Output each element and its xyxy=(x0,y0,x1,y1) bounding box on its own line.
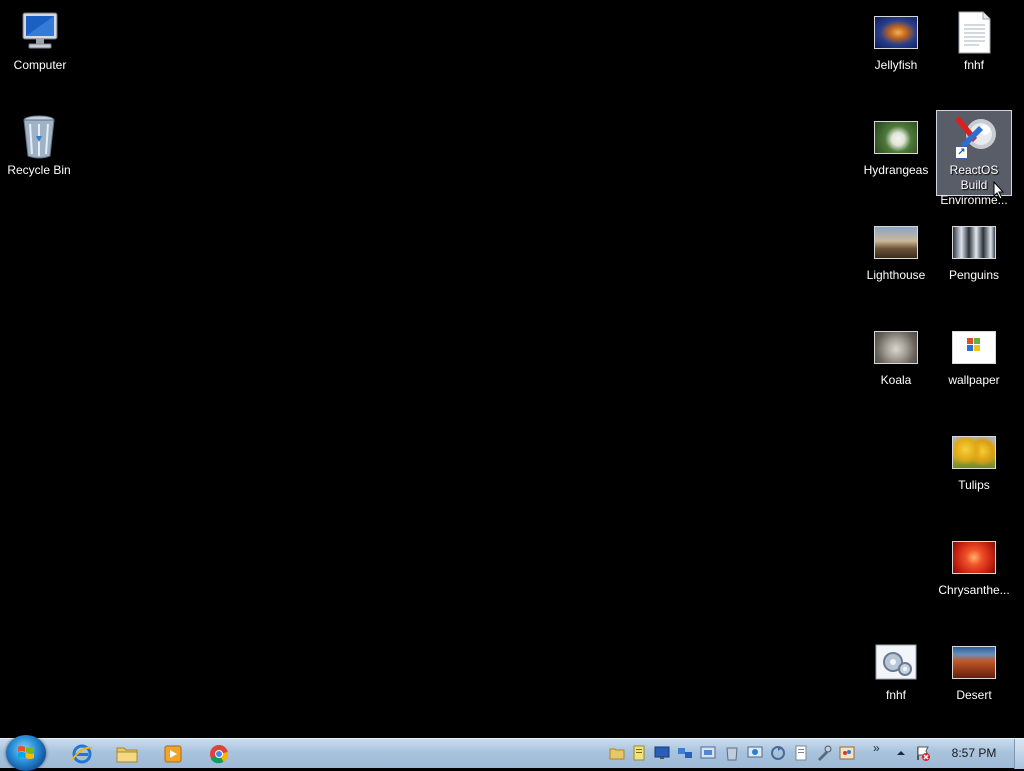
desktop-icon-wallpaper[interactable]: wallpaper xyxy=(936,323,1012,407)
desktop-icon-desert[interactable]: Desert xyxy=(936,638,1012,722)
show-hidden-icons-button[interactable] xyxy=(893,745,909,761)
computer-icon xyxy=(17,9,63,55)
image-thumbnail-hydrangeas xyxy=(873,114,919,160)
taskbar-clock[interactable]: 8:57 PM xyxy=(944,746,1004,760)
desktop-icon-chrysanthemum[interactable]: Chrysanthe... xyxy=(936,533,1012,617)
tray-tool-icon[interactable] xyxy=(816,745,832,761)
image-thumbnail-penguins xyxy=(951,219,997,265)
desktop-icon-label: Hydrangeas xyxy=(863,163,929,177)
tray-remote-icon[interactable] xyxy=(747,745,763,761)
desktop-icon-label: fnhf xyxy=(885,688,906,702)
image-thumbnail-koala xyxy=(873,324,919,370)
taskbar-internet-explorer[interactable] xyxy=(69,742,95,766)
text-document-icon xyxy=(951,9,997,55)
image-thumbnail-wallpaper xyxy=(951,324,997,370)
tray-sync-icon[interactable] xyxy=(770,745,786,761)
tray-overflow-button[interactable]: » xyxy=(873,741,889,757)
image-thumbnail-desert xyxy=(951,639,997,685)
image-thumbnail-tulips xyxy=(951,429,997,475)
image-thumbnail-chrysanthemum xyxy=(951,534,997,580)
settings-file-icon xyxy=(873,639,919,685)
desktop-icon-label: Chrysanthe... xyxy=(938,583,1010,597)
desktop-icon-label: Computer xyxy=(13,58,67,72)
desktop-icon-label: Lighthouse xyxy=(866,268,926,282)
reactos-build-environment-shortcut-icon: ↗ xyxy=(951,114,997,160)
taskbar-windows-explorer[interactable] xyxy=(114,742,140,766)
desktop[interactable]: Computer Recycle Bin Jellyfish fnhf Hydr… xyxy=(0,0,1024,738)
image-thumbnail-jellyfish xyxy=(873,9,919,55)
folder-explorer-icon xyxy=(116,747,138,763)
desktop-icon-label: Jellyfish xyxy=(874,58,918,72)
media-player-icon xyxy=(164,745,182,763)
desktop-icon-koala[interactable]: Koala xyxy=(858,323,934,407)
desktop-icon-fnhf-settings[interactable]: fnhf xyxy=(858,638,934,722)
desktop-icon-hydrangeas[interactable]: Hydrangeas xyxy=(858,113,934,197)
show-desktop-button[interactable] xyxy=(1014,739,1024,769)
image-thumbnail-lighthouse xyxy=(873,219,919,265)
start-button[interactable] xyxy=(6,735,46,771)
tray-folder-icon[interactable] xyxy=(609,745,625,761)
desktop-icon-computer[interactable]: Computer xyxy=(2,8,78,92)
taskbar: » 8:57 PM xyxy=(0,735,1024,771)
desktop-icon-label: wallpaper xyxy=(948,373,1000,387)
taskbar-chrome[interactable] xyxy=(206,742,232,766)
tray-network-icon[interactable] xyxy=(677,745,693,761)
tray-paint-icon[interactable] xyxy=(839,745,855,761)
tray-monitor-icon[interactable] xyxy=(654,745,670,761)
desktop-icon-recycle-bin[interactable]: Recycle Bin xyxy=(1,113,77,197)
desktop-icon-label: Tulips xyxy=(958,478,990,492)
chrome-icon xyxy=(210,745,229,764)
desktop-icon-label: Recycle Bin xyxy=(7,163,71,177)
desktop-icon-fnhf-text[interactable]: fnhf xyxy=(936,8,1012,92)
tray-notes-icon[interactable] xyxy=(631,745,647,761)
desktop-icon-label: Desert xyxy=(956,688,992,702)
desktop-icon-lighthouse[interactable]: Lighthouse xyxy=(858,218,934,302)
desktop-icon-penguins[interactable]: Penguins xyxy=(936,218,1012,302)
desktop-icon-label: fnhf xyxy=(963,58,984,72)
taskbar-media-player[interactable] xyxy=(160,742,186,766)
desktop-icon-tulips[interactable]: Tulips xyxy=(936,428,1012,512)
windows-start-orb-icon xyxy=(18,746,34,759)
internet-explorer-icon xyxy=(71,744,93,764)
tray-bin-icon[interactable] xyxy=(724,745,740,761)
recycle-bin-icon xyxy=(16,114,62,160)
mouse-cursor-icon xyxy=(993,181,1005,200)
tray-document-icon[interactable] xyxy=(793,745,809,761)
tray-display-icon[interactable] xyxy=(700,745,716,761)
desktop-icon-label: Penguins xyxy=(948,268,1000,282)
chevron-up-icon xyxy=(897,751,905,755)
tray-action-center-icon[interactable] xyxy=(915,745,931,761)
desktop-icon-jellyfish[interactable]: Jellyfish xyxy=(858,8,934,92)
desktop-icon-label: Koala xyxy=(880,373,912,387)
